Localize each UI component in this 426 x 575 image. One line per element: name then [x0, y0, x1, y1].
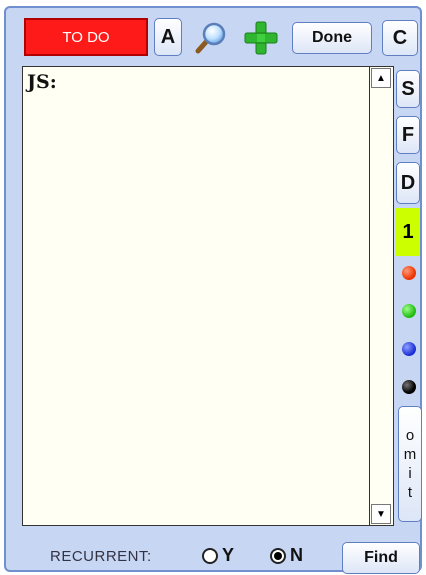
priority-indicator[interactable]: 1 [396, 208, 420, 256]
omit-letter: t [407, 484, 413, 501]
notes-textarea[interactable]: JS: ▲ ▼ [22, 66, 394, 526]
plus-icon[interactable] [242, 20, 280, 56]
recurrent-no-label: N [290, 545, 303, 565]
done-button[interactable]: Done [292, 22, 372, 54]
radio-circle-icon[interactable] [202, 547, 218, 564]
recurrent-label: RECURRENT: [50, 548, 152, 565]
recurrent-yes-label: Y [222, 545, 235, 565]
scroll-up-arrow[interactable]: ▲ [371, 68, 391, 88]
recurrent-yes-radio[interactable]: Y [202, 545, 234, 566]
radio-selected-icon[interactable] [270, 547, 286, 564]
notes-text: JS: [27, 71, 57, 93]
task-panel: TO DO A Done C JS: ▲ ▼ S F D 1 o m i t R… [4, 6, 422, 574]
vertical-scrollbar[interactable]: ▲ ▼ [369, 67, 393, 525]
c-button[interactable]: C [382, 20, 418, 56]
recurrent-no-radio[interactable]: N [270, 545, 303, 566]
find-button[interactable]: Find [342, 542, 420, 574]
omit-letter: i [408, 465, 412, 482]
red-dot-icon[interactable] [402, 266, 416, 280]
omit-button[interactable]: o m i t [398, 406, 422, 522]
a-button[interactable]: A [154, 18, 182, 56]
s-button[interactable]: S [396, 70, 420, 108]
black-dot-icon[interactable] [402, 380, 416, 394]
scroll-down-arrow[interactable]: ▼ [371, 504, 391, 524]
magnifier-icon[interactable] [194, 20, 230, 54]
omit-letter: o [405, 427, 415, 444]
todo-status-button[interactable]: TO DO [24, 18, 148, 56]
green-dot-icon[interactable] [402, 304, 416, 318]
d-button[interactable]: D [396, 162, 420, 204]
omit-letter: m [403, 446, 417, 463]
f-button[interactable]: F [396, 116, 420, 154]
blue-dot-icon[interactable] [402, 342, 416, 356]
